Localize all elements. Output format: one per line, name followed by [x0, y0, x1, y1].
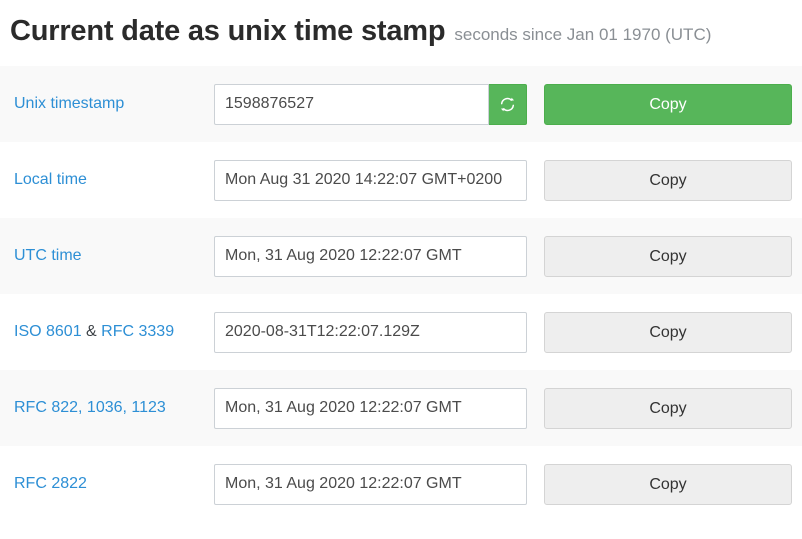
table-row: RFC 2822 Copy	[0, 446, 802, 522]
input-group-4	[214, 388, 527, 429]
row-value-cell-5	[214, 446, 544, 522]
input-group-0	[214, 84, 527, 125]
row-label-separator: &	[82, 323, 102, 340]
input-group-5	[214, 464, 527, 505]
row-label-5: RFC 2822	[0, 446, 214, 522]
copy-button-3[interactable]: Copy	[544, 312, 792, 353]
row-label-link[interactable]: Local time	[14, 171, 87, 188]
value-input-1[interactable]	[214, 160, 527, 201]
row-label-0: Unix timestamp	[0, 66, 214, 142]
page-header: Current date as unix time stamp seconds …	[0, 0, 802, 48]
row-action-cell-1: Copy	[544, 142, 802, 218]
row-value-cell-1	[214, 142, 544, 218]
unix-timestamp-page: Current date as unix time stamp seconds …	[0, 0, 802, 539]
row-label-link[interactable]: Unix timestamp	[14, 95, 124, 112]
row-label-link[interactable]: RFC 2822	[14, 475, 87, 492]
value-input-3[interactable]	[214, 312, 527, 353]
row-value-cell-2	[214, 218, 544, 294]
value-input-2[interactable]	[214, 236, 527, 277]
table-row: Local time Copy	[0, 142, 802, 218]
row-label-4: RFC 822, 1036, 1123	[0, 370, 214, 446]
copy-button-4[interactable]: Copy	[544, 388, 792, 429]
copy-button-2[interactable]: Copy	[544, 236, 792, 277]
copy-button-1[interactable]: Copy	[544, 160, 792, 201]
copy-button-5[interactable]: Copy	[544, 464, 792, 505]
row-label-link[interactable]: RFC 3339	[101, 323, 174, 340]
page-title: Current date as unix time stamp	[10, 14, 445, 48]
row-label-1: Local time	[0, 142, 214, 218]
timestamp-table: Unix timestampCopyLocal timeCopyUTC time…	[0, 66, 802, 522]
row-action-cell-5: Copy	[544, 446, 802, 522]
row-action-cell-4: Copy	[544, 370, 802, 446]
row-label-3: ISO 8601 & RFC 3339	[0, 294, 214, 370]
table-row: UTC time Copy	[0, 218, 802, 294]
timestamp-table-body: Unix timestampCopyLocal timeCopyUTC time…	[0, 66, 802, 522]
row-action-cell-2: Copy	[544, 218, 802, 294]
input-group-1	[214, 160, 527, 201]
row-action-cell-3: Copy	[544, 294, 802, 370]
row-value-cell-4	[214, 370, 544, 446]
input-group-2	[214, 236, 527, 277]
table-row: ISO 8601 & RFC 3339 Copy	[0, 294, 802, 370]
row-label-link[interactable]: ISO 8601	[14, 323, 82, 340]
copy-button-0[interactable]: Copy	[544, 84, 792, 125]
page-subtitle: seconds since Jan 01 1970 (UTC)	[454, 24, 711, 46]
row-label-link[interactable]: 1036	[87, 399, 123, 416]
input-group-3	[214, 312, 527, 353]
row-label-link[interactable]: UTC time	[14, 247, 82, 264]
table-row: Unix timestamp Copy	[0, 66, 802, 142]
row-label-2: UTC time	[0, 218, 214, 294]
refresh-icon[interactable]	[489, 84, 527, 125]
value-input-5[interactable]	[214, 464, 527, 505]
value-input-4[interactable]	[214, 388, 527, 429]
row-value-cell-0	[214, 66, 544, 142]
row-value-cell-3	[214, 294, 544, 370]
row-label-link[interactable]: ,	[78, 399, 87, 416]
row-action-cell-0: Copy	[544, 66, 802, 142]
table-row: RFC 822, 1036, 1123 Copy	[0, 370, 802, 446]
value-input-0[interactable]	[214, 84, 489, 125]
row-label-link[interactable]: 1123	[131, 399, 165, 416]
row-label-link[interactable]: RFC 822	[14, 399, 78, 416]
